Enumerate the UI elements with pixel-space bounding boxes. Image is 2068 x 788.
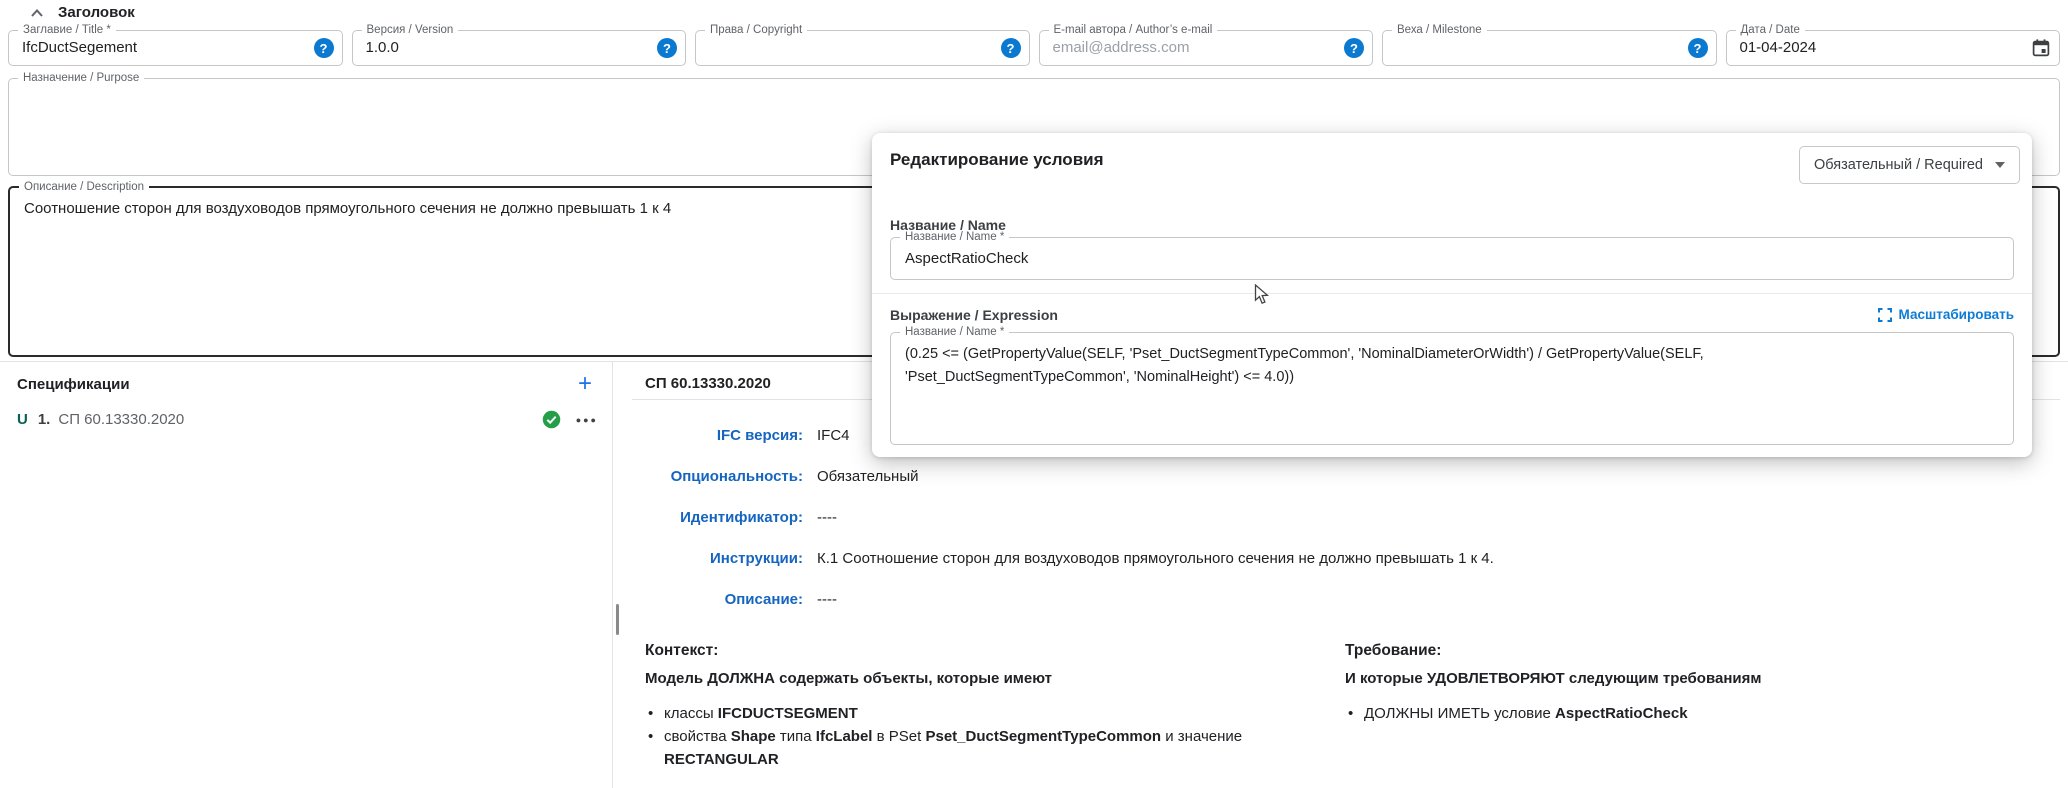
detail-panel-title: СП 60.13330.2020 <box>645 375 771 392</box>
field-label: Версия / Version <box>362 23 459 37</box>
scale-link[interactable]: Масштабировать <box>1878 307 2014 322</box>
specification-list-item[interactable]: U 1. СП 60.13330.2020 ●●● <box>17 410 600 429</box>
requirement-title: Требование: <box>1345 642 2025 660</box>
field-label: Права / Copyright <box>705 23 807 37</box>
detail-row-label: Опциональность: <box>645 468 803 485</box>
field-value <box>9 79 2059 103</box>
help-icon[interactable]: ? <box>1344 38 1364 58</box>
field-value: (0.25 <= (GetPropertyValue(SELF, 'Pset_D… <box>891 333 1906 399</box>
context-title: Контекст: <box>645 642 1245 660</box>
calendar-icon[interactable] <box>2031 38 2051 58</box>
context-column: Контекст: Модель ДОЛЖНА содержать объект… <box>645 642 1245 771</box>
header-fields-row: Заглавие / Title * IfcDuctSegement ? Вер… <box>8 30 2060 66</box>
field-label: Заглавие / Title * <box>18 23 116 37</box>
fullscreen-expand-icon <box>1878 308 1892 322</box>
chevron-down-icon <box>1995 162 2005 168</box>
panel-divider <box>612 362 613 788</box>
scale-link-label: Масштабировать <box>1899 307 2014 322</box>
field-label: Назначение / Purpose <box>18 71 144 85</box>
help-icon[interactable]: ? <box>1688 38 1708 58</box>
detail-row-value: Обязательный <box>817 468 1494 485</box>
header-text-field[interactable]: E-mail автора / Author’s e-mail email@ad… <box>1039 30 1374 66</box>
header-text-field[interactable]: Права / Copyright ? <box>695 30 1030 66</box>
spec-number: 1. <box>38 411 51 428</box>
condition-name-input[interactable]: Название / Name * AspectRatioCheck <box>890 237 2014 280</box>
detail-row-value: ---- <box>817 591 1494 608</box>
detail-row-label: Идентификатор: <box>645 509 803 526</box>
bullet-item: ДОЛЖНЫ ИМЕТЬ условие AspectRatioCheck <box>1345 702 2025 725</box>
header-text-field[interactable]: Заглавие / Title * IfcDuctSegement ? <box>8 30 343 66</box>
field-label: E-mail автора / Author’s e-mail <box>1049 23 1218 37</box>
detail-row-label: Описание: <box>645 591 803 608</box>
spec-name: СП 60.13330.2020 <box>58 411 541 428</box>
requirement-subtitle: И которые УДОВЛЕТВОРЯЮТ следующим требов… <box>1345 670 2025 687</box>
field-label: Название / Name * <box>900 230 1009 244</box>
header-section-bar: Заголовок <box>30 4 135 21</box>
field-label: Веха / Milestone <box>1392 23 1487 37</box>
header-text-field[interactable]: Дата / Date 01-04-2024 <box>1726 30 2061 66</box>
header-text-field[interactable]: Версия / Version 1.0.0 ? <box>352 30 687 66</box>
expression-input[interactable]: Название / Name * (0.25 <= (GetPropertyV… <box>890 332 2014 445</box>
field-value: AspectRatioCheck <box>891 238 2013 267</box>
section-title: Заголовок <box>58 4 135 21</box>
more-options-icon[interactable]: ●●● <box>576 415 598 425</box>
dialog-title: Редактирование условия <box>890 150 1104 170</box>
bullet-item: классы IFCDUCTSEGMENT <box>645 702 1245 725</box>
add-specification-button[interactable]: + <box>570 374 600 394</box>
bullet-item: свойства Shape типа IfcLabel в PSet Pset… <box>645 725 1245 771</box>
expression-section-label: Выражение / Expression <box>890 307 1058 323</box>
check-circle-icon <box>542 410 561 429</box>
detail-row-label: Инструкции: <box>645 550 803 567</box>
context-subtitle: Модель ДОЛЖНА содержать объекты, которые… <box>645 670 1245 687</box>
detail-row-label: IFC версия: <box>645 427 803 444</box>
header-text-field[interactable]: Веха / Milestone ? <box>1382 30 1717 66</box>
edit-condition-dialog: Редактирование условия Обязательный / Re… <box>872 133 2032 457</box>
field-label: Название / Name * <box>900 325 1009 339</box>
dialog-divider <box>872 293 2032 294</box>
spec-status-letter: U <box>17 411 28 428</box>
specifications-panel: Спецификации + U 1. СП 60.13330.2020 ●●● <box>0 361 612 788</box>
detail-row-value: К.1 Соотношение сторон для воздуховодов … <box>817 550 1494 567</box>
field-label: Описание / Description <box>19 180 149 194</box>
help-icon[interactable]: ? <box>314 38 334 58</box>
help-icon[interactable]: ? <box>1001 38 1021 58</box>
required-dropdown-value: Обязательный / Required <box>1814 157 1983 173</box>
scrollbar-thumb[interactable] <box>616 604 619 635</box>
required-dropdown[interactable]: Обязательный / Required <box>1799 146 2020 184</box>
detail-row-value: ---- <box>817 509 1494 526</box>
collapse-chevron-icon[interactable] <box>30 8 44 18</box>
requirement-column: Требование: И которые УДОВЛЕТВОРЯЮТ след… <box>1345 642 2025 771</box>
specifications-title: Спецификации <box>17 376 130 393</box>
help-icon[interactable]: ? <box>657 38 677 58</box>
field-label: Дата / Date <box>1736 23 1805 37</box>
